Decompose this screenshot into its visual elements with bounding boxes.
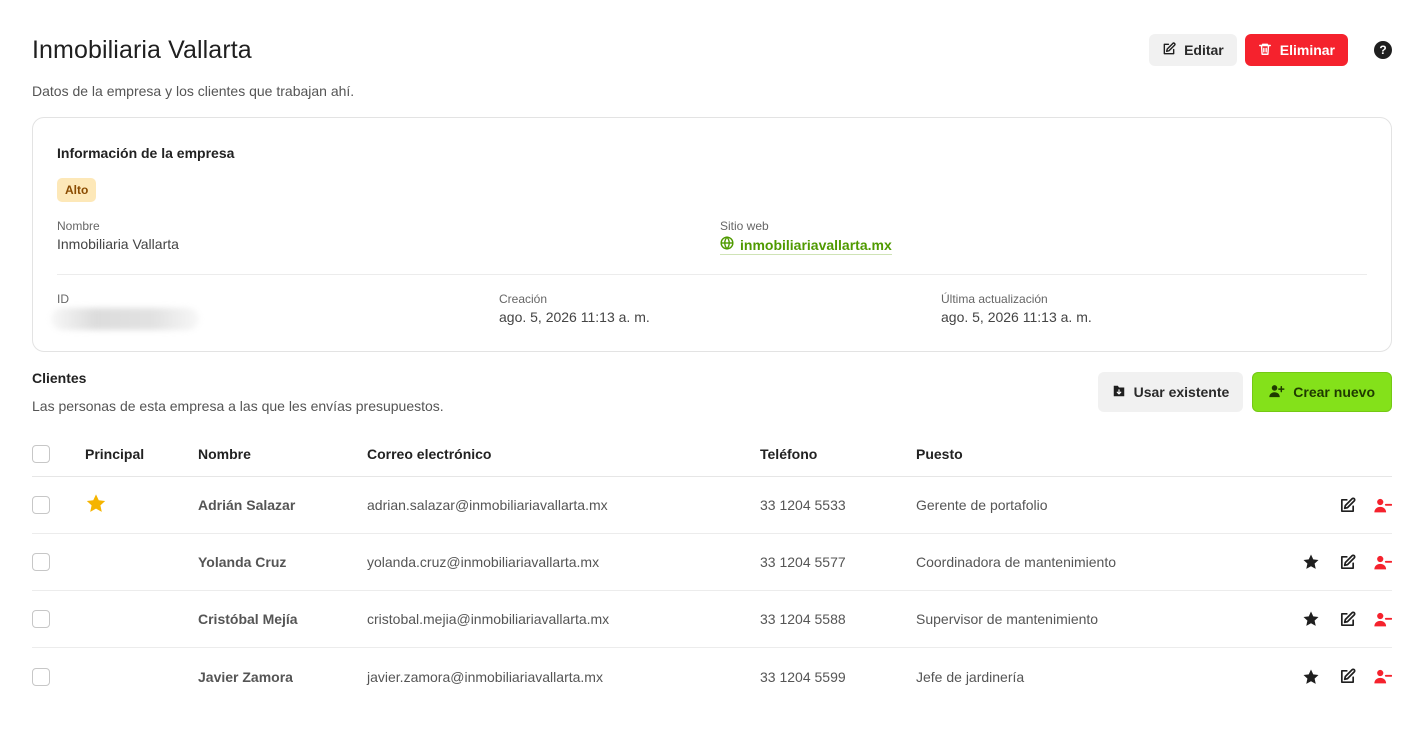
name-value: Inmobiliaria Vallarta	[57, 236, 179, 252]
edit-client-icon[interactable]	[1338, 496, 1356, 514]
edit-client-icon[interactable]	[1338, 610, 1356, 628]
client-position: Coordinadora de mantenimiento	[916, 554, 1117, 570]
table-row: Cristóbal Mejía cristobal.mejia@inmobili…	[32, 591, 1392, 648]
client-phone: 33 1204 5588	[760, 611, 846, 627]
client-email: javier.zamora@inmobiliariavallarta.mx	[367, 668, 603, 685]
client-phone: 33 1204 5533	[760, 497, 846, 513]
globe-icon	[720, 236, 734, 253]
edit-icon	[1162, 41, 1176, 59]
row-checkbox[interactable]	[32, 667, 50, 686]
updated-value: ago. 5, 2026 11:13 a. m.	[941, 309, 1092, 325]
set-principal-star-icon[interactable]	[1302, 610, 1320, 628]
help-icon[interactable]: ?	[1374, 41, 1392, 59]
row-actions	[1302, 553, 1392, 571]
table-row: Javier Zamora javier.zamora@inmobiliaria…	[32, 648, 1392, 705]
table-row: Adrián Salazar adrian.salazar@inmobiliar…	[32, 477, 1392, 534]
client-position: Jefe de jardinería	[916, 668, 1025, 685]
header-actions: Editar Eliminar ?	[1149, 34, 1392, 66]
client-phone: 33 1204 5599	[760, 668, 846, 685]
select-all-checkbox[interactable]	[32, 445, 50, 463]
page-subtitle: Datos de la empresa y los clientes que t…	[32, 83, 355, 99]
card-divider	[57, 274, 1367, 275]
id-value-redacted	[51, 308, 199, 330]
edit-client-icon[interactable]	[1338, 668, 1356, 686]
clients-title: Clientes	[32, 370, 87, 386]
principal-star-icon	[85, 493, 107, 518]
clients-subtitle: Las personas de esta empresa a las que l…	[32, 398, 444, 414]
column-email: Correo electrónico	[367, 446, 492, 462]
remove-user-icon[interactable]	[1374, 496, 1392, 514]
edit-button[interactable]: Editar	[1149, 34, 1237, 66]
client-name: Yolanda Cruz	[198, 554, 287, 570]
row-actions	[1302, 610, 1392, 628]
client-position: Gerente de portafolio	[916, 497, 1048, 513]
remove-user-icon[interactable]	[1374, 668, 1392, 686]
id-label: ID	[57, 292, 69, 306]
column-phone: Teléfono	[760, 446, 818, 462]
set-principal-star-icon[interactable]	[1302, 668, 1320, 686]
delete-button[interactable]: Eliminar	[1244, 34, 1348, 66]
use-existing-label: Usar existente	[1133, 384, 1230, 400]
client-phone: 33 1204 5577	[760, 554, 846, 570]
updated-label: Última actualización	[941, 292, 1048, 306]
edit-client-icon[interactable]	[1338, 553, 1356, 571]
client-email: yolanda.cruz@inmobiliariavallarta.mx	[367, 554, 600, 570]
created-value: ago. 5, 2026 11:13 a. m.	[499, 309, 650, 325]
client-position: Supervisor de mantenimiento	[916, 611, 1099, 627]
page-title: Inmobiliaria Vallarta	[32, 35, 252, 64]
row-actions	[1338, 496, 1392, 514]
company-info-card: Información de la empresa Alto Nombre In…	[32, 117, 1392, 352]
client-name: Javier Zamora	[198, 668, 293, 685]
create-new-label: Crear nuevo	[1293, 384, 1375, 400]
trash-icon	[1258, 42, 1272, 59]
clients-actions: Usar existente Crear nuevo	[1097, 372, 1392, 412]
remove-user-icon[interactable]	[1374, 553, 1392, 571]
client-email: cristobal.mejia@inmobiliariavallarta.mx	[367, 611, 610, 627]
remove-user-icon[interactable]	[1374, 610, 1392, 628]
website-link[interactable]: inmobiliariavallarta.mx	[720, 236, 892, 255]
edit-button-label: Editar	[1184, 42, 1224, 58]
clients-table: Principal Nombre Correo electrónico Telé…	[32, 432, 1392, 705]
card-title: Información de la empresa	[57, 145, 235, 161]
company-detail-page: Inmobiliaria Vallarta Editar Eliminar ? …	[0, 0, 1424, 736]
column-principal: Principal	[85, 446, 145, 462]
column-position: Puesto	[916, 446, 963, 462]
row-checkbox[interactable]	[32, 553, 50, 571]
row-actions	[1302, 668, 1392, 686]
table-row: Yolanda Cruz yolanda.cruz@inmobiliariava…	[32, 534, 1392, 591]
priority-badge: Alto	[57, 178, 97, 202]
client-name: Cristóbal Mejía	[198, 611, 298, 627]
page-header: Inmobiliaria Vallarta Editar Eliminar ?	[32, 30, 1392, 70]
name-label: Nombre	[57, 219, 100, 233]
column-name: Nombre	[198, 446, 251, 462]
create-new-button[interactable]: Crear nuevo	[1252, 372, 1392, 412]
add-user-icon	[1269, 384, 1285, 401]
table-header: Principal Nombre Correo electrónico Telé…	[32, 432, 1392, 477]
website-label: Sitio web	[720, 219, 769, 233]
row-checkbox[interactable]	[32, 496, 50, 514]
client-name: Adrián Salazar	[198, 497, 296, 513]
use-existing-button[interactable]: Usar existente	[1097, 372, 1244, 412]
row-checkbox[interactable]	[32, 610, 50, 628]
client-email: adrian.salazar@inmobiliariavallarta.mx	[367, 497, 608, 513]
delete-button-label: Eliminar	[1279, 42, 1335, 58]
website-value: inmobiliariavallarta.mx	[740, 236, 892, 253]
import-icon	[1112, 384, 1126, 401]
created-label: Creación	[499, 292, 548, 306]
set-principal-star-icon[interactable]	[1302, 553, 1320, 571]
